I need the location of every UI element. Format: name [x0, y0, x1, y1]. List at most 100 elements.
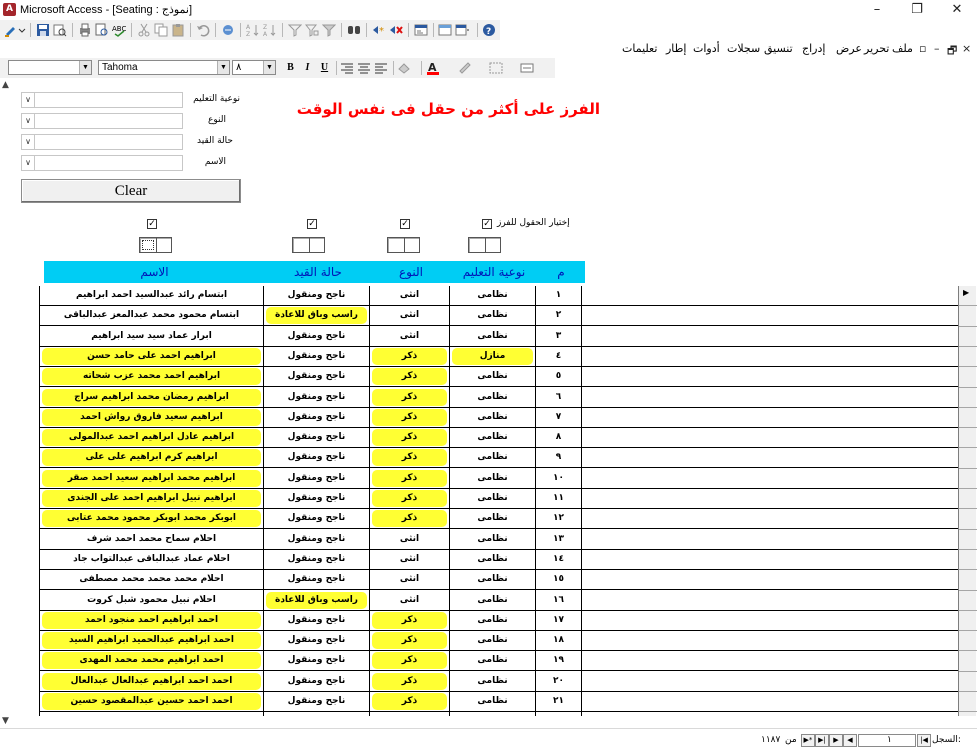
cell-name[interactable]: احمد ابراهيم محمد محمد المهدى [42, 652, 261, 670]
cell-edu[interactable]: نظامى [452, 651, 533, 670]
undo-icon[interactable] [196, 23, 210, 37]
table-row[interactable]: ابراهيم رمضان محمد ابراهيم سراج ناجح ومنق… [39, 388, 959, 408]
filter-edu-type-combo[interactable]: ∨ [21, 92, 183, 108]
spelling-icon[interactable]: ABC [112, 23, 126, 37]
cell-name[interactable]: ابتسام محمود محمد عبدالمعز عبدالباقى [42, 306, 261, 325]
cell-edu[interactable]: نظامى [452, 509, 533, 528]
cell-num[interactable]: ١٦ [538, 591, 579, 610]
table-row[interactable]: احمد ابراهيم محمد محمد المهدى ناجح ومنقول… [39, 651, 959, 672]
filter-status-combo[interactable]: ∨ [21, 134, 183, 150]
sort-order-toggle-name[interactable] [139, 237, 172, 253]
cell-name[interactable]: احلام نبيل محمود شبل كروت [42, 591, 261, 610]
cut-icon[interactable] [137, 23, 151, 37]
underline-button[interactable]: U [317, 61, 332, 75]
table-row[interactable]: ابراهيم سعيد فاروق رواش احمد ناجح ومنقول ذ… [39, 408, 959, 428]
cell-edu[interactable]: نظامى [452, 286, 533, 305]
help-icon[interactable]: ? [482, 23, 496, 37]
cell-status[interactable]: ناجح ومنقول [266, 509, 367, 528]
cell-name[interactable]: ابراهيم احمد محمد عزب شحاته [42, 368, 261, 386]
cell-gender[interactable]: انثى [372, 570, 447, 589]
cell-status[interactable]: ناجح ومنقول [266, 367, 367, 386]
cell-status[interactable]: ناجح ومنقول [266, 448, 367, 467]
sort-ascending-icon[interactable]: AZ [246, 23, 260, 37]
cell-edu[interactable]: نظامى [452, 469, 533, 488]
table-row[interactable]: احلام سماح محمد احمد شرف ناجح ومنقول انثى ن… [39, 530, 959, 550]
font-name-select[interactable]: Tahoma ▼ [98, 60, 230, 75]
mdi-minimize-icon[interactable]: – [934, 42, 940, 55]
cell-edu[interactable]: نظامى [452, 367, 533, 386]
cell-status[interactable]: ناجح ومنقول [266, 550, 367, 569]
cell-status[interactable]: ناجح ومنقول [266, 692, 367, 711]
cell-name[interactable]: احمد احمد حسين عبدالمقصود حسين [42, 693, 261, 710]
cell-edu[interactable]: نظامى [452, 550, 533, 569]
mdi-maximize-icon[interactable]: 🗗 [947, 42, 957, 61]
first-record-button[interactable]: |◀ [917, 734, 931, 747]
menu-records[interactable]: سجلات [727, 42, 760, 55]
cell-gender[interactable]: ذكر [372, 652, 447, 670]
search-file-icon[interactable] [53, 23, 67, 37]
cell-num[interactable]: ١٤ [538, 550, 579, 569]
table-row[interactable]: احمد احمد ابراهيم عبدالعال عبدالعال ناجح … [39, 672, 959, 692]
new-record-nav-button[interactable]: ▶* [801, 734, 815, 747]
cell-edu[interactable]: نظامى [452, 428, 533, 447]
paste-icon[interactable] [171, 23, 185, 37]
cell-name[interactable]: ابراهيم كرم ابراهيم على على [42, 449, 261, 467]
menu-format[interactable]: تنسيق [764, 42, 793, 55]
cell-gender[interactable]: ذكر [372, 632, 447, 650]
chevron-down-icon[interactable]: ▼ [79, 61, 91, 74]
clear-button[interactable]: Clear [21, 179, 241, 203]
chevron-down-icon[interactable]: ∨ [22, 156, 35, 170]
cell-gender[interactable]: ذكر [372, 490, 447, 507]
cell-num[interactable]: ١٩ [538, 651, 579, 670]
sort-descending-icon[interactable]: ZA [263, 23, 277, 37]
current-record-input[interactable]: ١ [858, 734, 916, 747]
sort-checkbox-name[interactable]: ✓ [147, 219, 157, 229]
scroll-down-icon[interactable]: ▼ [2, 716, 9, 726]
maximize-button[interactable]: ❐ [897, 0, 937, 20]
fill-color-icon[interactable] [397, 61, 411, 75]
cell-edu[interactable]: نظامى [452, 672, 533, 691]
cell-status[interactable]: ناجح ومنقول [266, 530, 367, 549]
cell-edu[interactable]: نظامى [452, 611, 533, 630]
cell-status[interactable]: ناجح ومنقول [266, 651, 367, 670]
cell-status[interactable]: ناجح ومنقول [266, 286, 367, 305]
cell-name[interactable]: احمد ابراهيم احمد منجود احمد [42, 611, 261, 629]
cell-gender[interactable]: ذكر [372, 408, 447, 426]
cell-gender[interactable]: ذكر [372, 510, 447, 528]
align-right-icon[interactable] [340, 61, 354, 75]
table-row[interactable]: ابتسام رائد عبدالسيد احمد ابراهيم ناجح وم… [39, 286, 959, 306]
cell-status[interactable]: ناجح ومنقول [266, 672, 367, 691]
cell-gender[interactable]: ذكر [372, 429, 447, 447]
menu-view[interactable]: عرض [836, 42, 862, 55]
cell-gender[interactable]: انثى [372, 306, 447, 325]
cell-gender[interactable]: انثى [372, 530, 447, 549]
previous-record-button[interactable]: ◀ [843, 734, 857, 747]
cell-name[interactable]: ابتسام رائد عبدالسيد احمد ابراهيم [42, 286, 261, 305]
access-app-icon[interactable]: A [3, 3, 16, 16]
cell-status[interactable]: ناجح ومنقول [266, 428, 367, 447]
cell-gender[interactable]: ذكر [372, 449, 447, 467]
cell-gender[interactable]: ذكر [372, 611, 447, 629]
cell-num[interactable]: ٧ [538, 408, 579, 427]
cell-status[interactable]: ناجح ومنقول [266, 489, 367, 508]
menu-insert[interactable]: إدراج [802, 42, 825, 55]
new-object-icon[interactable] [455, 23, 469, 37]
chevron-down-icon[interactable]: ∨ [22, 135, 35, 149]
filter-by-selection-icon[interactable] [288, 23, 302, 37]
cell-edu[interactable]: نظامى [452, 327, 533, 346]
next-record-button[interactable]: ▶ [829, 734, 843, 747]
object-selector[interactable]: ▼ [8, 60, 92, 75]
cell-gender[interactable]: ذكر [372, 347, 447, 365]
minimize-button[interactable]: – [857, 0, 897, 20]
cell-num[interactable]: ٢٠ [538, 672, 579, 691]
cell-num[interactable]: ١١ [538, 489, 579, 508]
cell-num[interactable]: ٥ [538, 367, 579, 386]
sort-checkbox-edu[interactable]: ✓ [482, 219, 492, 229]
cell-edu[interactable]: نظامى [452, 570, 533, 589]
cell-name[interactable]: ابوبكر محمد ابوبكر محمود محمد عتابى [42, 510, 261, 528]
line-width-icon[interactable] [489, 61, 503, 75]
sort-checkbox-status[interactable]: ✓ [307, 219, 317, 229]
cell-name[interactable]: ابرار عماد سيد سيد ابراهيم [42, 327, 261, 346]
cell-num[interactable]: ١ [538, 286, 579, 305]
chevron-down-icon[interactable]: ∨ [22, 114, 35, 128]
